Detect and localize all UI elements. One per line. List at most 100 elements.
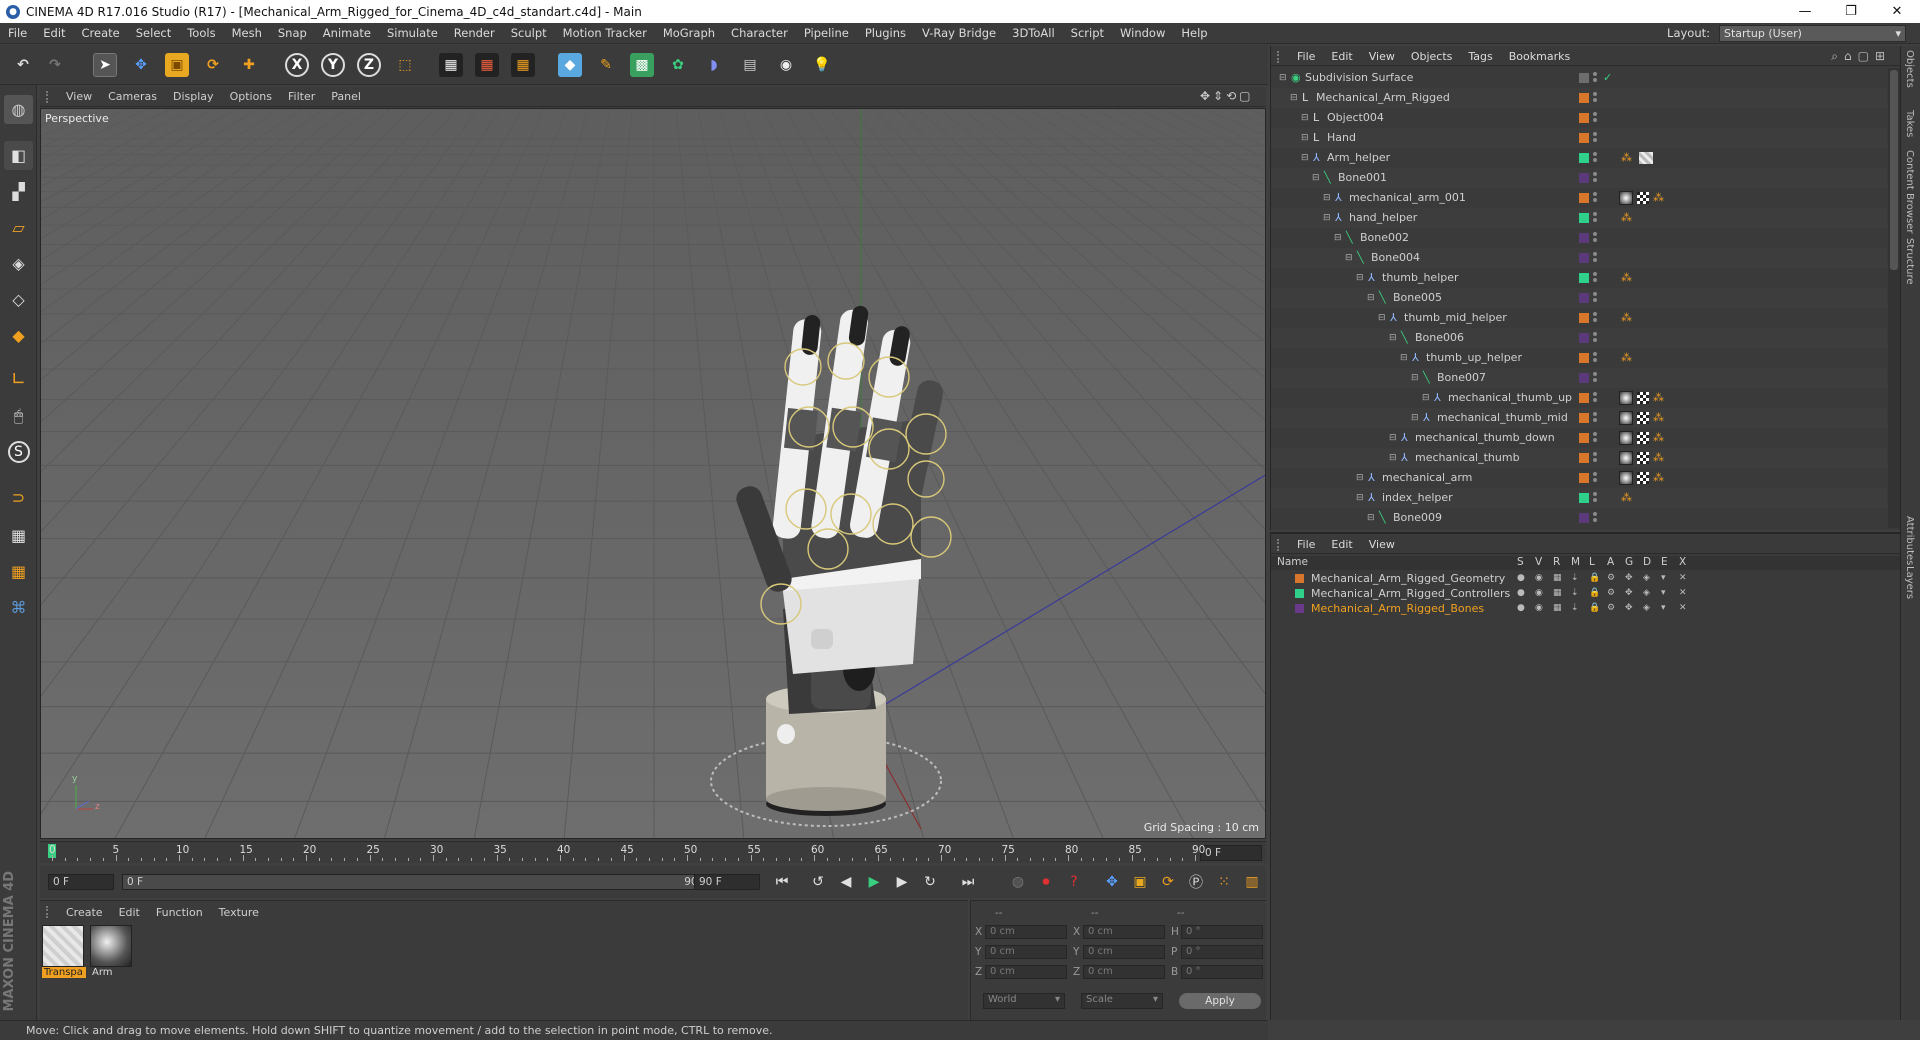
- layer-toggle-icon[interactable]: ⇣: [1571, 571, 1579, 586]
- layer-toggle-icon[interactable]: ✕: [1679, 571, 1687, 586]
- key-scale-button[interactable]: ▣: [1128, 870, 1152, 894]
- menu-script[interactable]: Script: [1063, 26, 1112, 40]
- visibility-dots-icon[interactable]: [1593, 372, 1597, 384]
- expand-toggle-icon[interactable]: ⊟: [1279, 68, 1287, 88]
- layer-toggle-icon[interactable]: ▦: [1553, 586, 1562, 601]
- side-tab-structure[interactable]: Structure: [1904, 238, 1915, 285]
- checker-tag-icon[interactable]: [1637, 412, 1649, 424]
- lock-workplane-button[interactable]: ▦: [4, 521, 33, 550]
- visibility-dots-icon[interactable]: [1593, 132, 1597, 144]
- objects-menu-edit[interactable]: Edit: [1323, 50, 1360, 63]
- search-home-icons[interactable]: ⌕⌂▢⊞: [1831, 49, 1891, 64]
- visibility-dots-icon[interactable]: [1593, 192, 1597, 204]
- menu-render[interactable]: Render: [446, 26, 503, 40]
- expand-toggle-icon[interactable]: ⊟: [1411, 368, 1419, 388]
- coord-size-field[interactable]: 0 cm: [1083, 945, 1165, 959]
- menu-animate[interactable]: Animate: [315, 26, 379, 40]
- layer-color-swatch[interactable]: [1579, 473, 1589, 483]
- layer-color-swatch[interactable]: [1579, 93, 1589, 103]
- 3d-viewport[interactable]: y z Perspective Grid Spacing : 10 cm: [40, 108, 1266, 839]
- layer-toggle-icon[interactable]: ◈: [1643, 586, 1650, 601]
- layer-toggle-icon[interactable]: ◉: [1535, 586, 1543, 601]
- timeline-button[interactable]: ▥: [1240, 870, 1264, 894]
- menu-mesh[interactable]: Mesh: [224, 26, 270, 40]
- visibility-dots-icon[interactable]: [1593, 172, 1597, 184]
- cube-object-button[interactable]: ◆: [555, 50, 585, 80]
- polygons-mode-button[interactable]: ◆: [4, 321, 33, 350]
- checker-tag-icon[interactable]: [1637, 472, 1649, 484]
- layer-toggle-icon[interactable]: 🔒: [1589, 571, 1600, 586]
- material-tag-icon[interactable]: [1619, 411, 1633, 425]
- expand-toggle-icon[interactable]: ⊟: [1356, 268, 1364, 288]
- expand-toggle-icon[interactable]: ⊟: [1378, 308, 1386, 328]
- ik-tag-icon[interactable]: ⁂: [1621, 308, 1632, 328]
- layer-toggle-icon[interactable]: ▾: [1661, 571, 1666, 586]
- object-row-bone007[interactable]: ⊟ ╲ Bone007: [1271, 368, 1887, 388]
- visibility-dots-icon[interactable]: [1593, 332, 1597, 344]
- object-row-mechanical-thumb-up[interactable]: ⊟ ⅄ mechanical_thumb_up ⁂: [1271, 388, 1887, 408]
- layer-toggle-icon[interactable]: ▦: [1553, 601, 1562, 616]
- expand-toggle-icon[interactable]: ⊟: [1301, 128, 1309, 148]
- object-row-object004[interactable]: ⊟ L Object004: [1271, 108, 1887, 128]
- object-row-thumb-up-helper[interactable]: ⊟ ⅄ thumb_up_helper ⁂: [1271, 348, 1887, 368]
- previous-frame-button[interactable]: ◀: [834, 870, 858, 894]
- side-tab-takes[interactable]: Takes: [1904, 110, 1915, 137]
- layer-toggle-icon[interactable]: ◈: [1643, 601, 1650, 616]
- visibility-dots-icon[interactable]: [1593, 72, 1597, 84]
- visibility-dots-icon[interactable]: [1593, 252, 1597, 264]
- points-mode-button[interactable]: ◈: [4, 249, 33, 278]
- expand-toggle-icon[interactable]: ⊟: [1345, 248, 1353, 268]
- object-row-mechanical-arm[interactable]: ⊟ ⅄ mechanical_arm ⁂: [1271, 468, 1887, 488]
- close-button[interactable]: ✕: [1874, 0, 1920, 23]
- rotate-tool-button[interactable]: ⟳: [198, 50, 228, 80]
- layer-row[interactable]: Mechanical_Arm_Rigged_Controllers ● ◉ ▦ ⇣ 🔒 ⚙ ✥…: [1271, 586, 1901, 601]
- make-editable-button[interactable]: ◍: [4, 95, 33, 124]
- coord-size-field[interactable]: 0 cm: [1083, 965, 1165, 979]
- expand-toggle-icon[interactable]: ⊟: [1400, 348, 1408, 368]
- object-row-bone005[interactable]: ⊟ ╲ Bone005: [1271, 288, 1887, 308]
- object-row-mechanical-arm-rigged[interactable]: ⊟ L Mechanical_Arm_Rigged: [1271, 88, 1887, 108]
- visibility-dots-icon[interactable]: [1593, 392, 1597, 404]
- coord-position-field[interactable]: 0 cm: [985, 965, 1067, 979]
- layer-color-swatch[interactable]: [1579, 153, 1589, 163]
- menu-simulate[interactable]: Simulate: [379, 26, 446, 40]
- material-tag-icon[interactable]: [1619, 451, 1633, 465]
- floor-button[interactable]: ▤: [735, 50, 765, 80]
- object-row-bone006[interactable]: ⊟ ╲ Bone006: [1271, 328, 1887, 348]
- texture-mode-button[interactable]: ▞: [4, 177, 33, 206]
- object-row-hand-helper[interactable]: ⊟ ⅄ hand_helper ⁂: [1271, 208, 1887, 228]
- object-tree-scrollbar[interactable]: [1888, 68, 1900, 528]
- side-tab-objects[interactable]: Objects: [1904, 50, 1915, 88]
- next-frame-button[interactable]: ▶: [890, 870, 914, 894]
- object-row-subdivision-surface[interactable]: ⊟ ◉ Subdivision Surface ✓: [1271, 68, 1887, 88]
- minimize-button[interactable]: —: [1782, 0, 1828, 23]
- object-row-thumb-helper[interactable]: ⊟ ⅄ thumb_helper ⁂: [1271, 268, 1887, 288]
- menu-snap[interactable]: Snap: [270, 26, 315, 40]
- expand-toggle-icon[interactable]: ⊟: [1389, 328, 1397, 348]
- layer-toggle-icon[interactable]: ●: [1517, 601, 1525, 616]
- visibility-dots-icon[interactable]: [1593, 272, 1597, 284]
- object-row-thumb-mid-helper[interactable]: ⊟ ⅄ thumb_mid_helper ⁂: [1271, 308, 1887, 328]
- expand-toggle-icon[interactable]: ⊟: [1422, 388, 1430, 408]
- coord-rotation-field[interactable]: 0 °: [1181, 925, 1263, 939]
- menu-character[interactable]: Character: [723, 26, 796, 40]
- checker-tag-icon[interactable]: [1637, 432, 1649, 444]
- expand-toggle-icon[interactable]: ⊟: [1356, 468, 1364, 488]
- layer-toggle-icon[interactable]: ⇣: [1571, 586, 1579, 601]
- skin-tag-icon[interactable]: ⁂: [1653, 468, 1664, 488]
- layer-row[interactable]: Mechanical_Arm_Rigged_Geometry ● ◉ ▦ ⇣ 🔒 ⚙ ✥ ◈ ▾ ✕: [1271, 571, 1901, 586]
- deformer-button[interactable]: ◗: [699, 50, 729, 80]
- start-frame-field[interactable]: 0 F: [48, 874, 114, 890]
- layer-toggle-icon[interactable]: ⚙: [1607, 586, 1615, 601]
- object-row-mechanical-arm-001[interactable]: ⊟ ⅄ mechanical_arm_001 ⁂: [1271, 188, 1887, 208]
- scale-tool-button[interactable]: ▣: [162, 50, 192, 80]
- viewport-nav-icons[interactable]: ✥⇕⟲▢: [1200, 89, 1254, 103]
- skin-tag-icon[interactable]: ⁂: [1653, 428, 1664, 448]
- workplane-button[interactable]: ▱: [4, 213, 33, 242]
- layer-color-swatch[interactable]: [1579, 353, 1589, 363]
- layer-color-swatch[interactable]: [1579, 313, 1589, 323]
- ik-tag-icon[interactable]: ⁂: [1621, 268, 1632, 288]
- skin-tag-icon[interactable]: ⁂: [1653, 388, 1664, 408]
- visibility-dots-icon[interactable]: [1593, 432, 1597, 444]
- layer-color-swatch[interactable]: [1579, 493, 1589, 503]
